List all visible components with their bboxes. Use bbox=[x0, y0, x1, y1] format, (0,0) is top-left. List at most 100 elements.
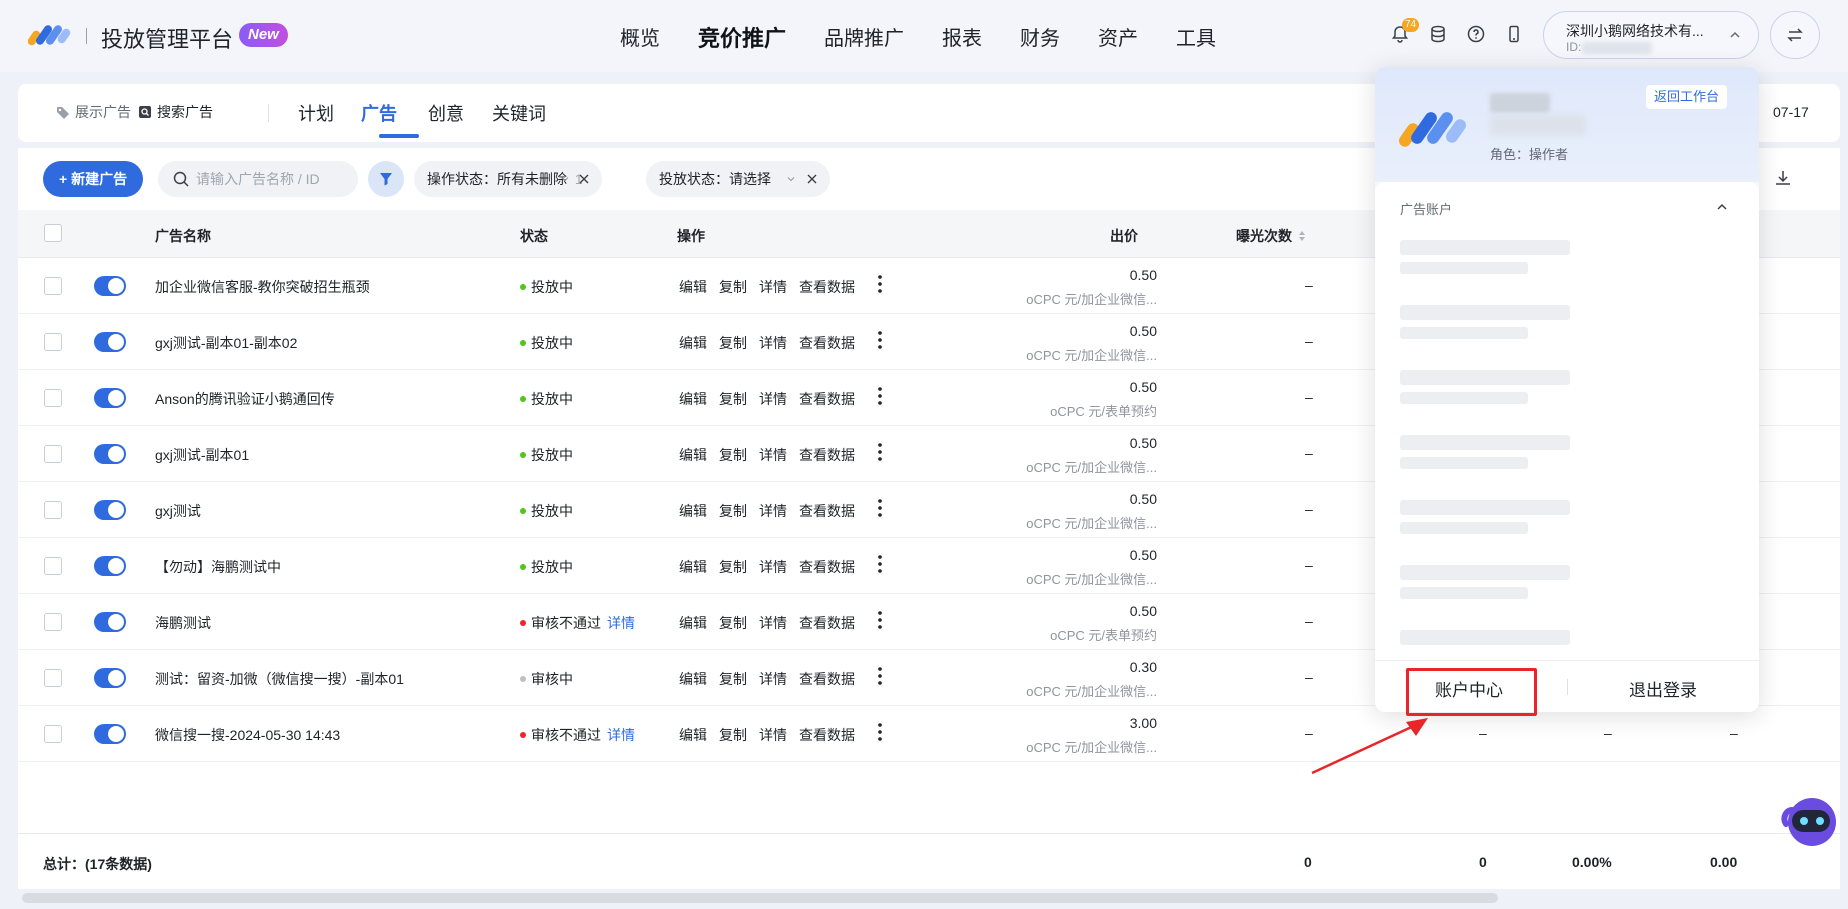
search-input[interactable] bbox=[196, 161, 346, 197]
filter-button[interactable] bbox=[368, 161, 404, 197]
detail-link[interactable]: 详情 bbox=[759, 613, 787, 633]
tab-creatives[interactable]: 创意 bbox=[428, 100, 464, 126]
detail-link[interactable]: 详情 bbox=[759, 725, 787, 745]
ad-name[interactable]: gxj测试-副本01 bbox=[155, 445, 249, 465]
row-checkbox[interactable] bbox=[44, 277, 62, 295]
row-checkbox[interactable] bbox=[44, 389, 62, 407]
row-enable-toggle[interactable] bbox=[94, 724, 126, 744]
nav-brand-promotion[interactable]: 品牌推广 bbox=[824, 22, 904, 53]
edit-link[interactable]: 编辑 bbox=[679, 277, 707, 297]
date-range-fragment[interactable]: 07-17 bbox=[1773, 104, 1809, 120]
edit-link[interactable]: 编辑 bbox=[679, 333, 707, 353]
ad-name[interactable]: 加企业微信客服-教你突破招生瓶颈 bbox=[155, 277, 370, 297]
ad-name[interactable]: 微信搜一搜-2024-05-30 14:43 bbox=[155, 725, 340, 745]
copy-link[interactable]: 复制 bbox=[719, 669, 747, 689]
row-enable-toggle[interactable] bbox=[94, 388, 126, 408]
detail-link[interactable]: 详情 bbox=[759, 389, 787, 409]
clear-delivery-status-icon[interactable] bbox=[806, 173, 818, 185]
search-ads-link[interactable]: 搜索广告 bbox=[138, 102, 213, 122]
row-checkbox[interactable] bbox=[44, 725, 62, 743]
copy-link[interactable]: 复制 bbox=[719, 501, 747, 521]
tab-plans[interactable]: 计划 bbox=[298, 100, 334, 126]
copy-link[interactable]: 复制 bbox=[719, 389, 747, 409]
ad-name[interactable]: 海鹏测试 bbox=[155, 613, 211, 633]
coins-icon[interactable] bbox=[1428, 24, 1448, 44]
row-enable-toggle[interactable] bbox=[94, 556, 126, 576]
edit-link[interactable]: 编辑 bbox=[679, 725, 707, 745]
edit-link[interactable]: 编辑 bbox=[679, 613, 707, 633]
more-actions-icon[interactable] bbox=[877, 610, 883, 630]
more-actions-icon[interactable] bbox=[877, 554, 883, 574]
column-header-impressions[interactable]: 曝光次数 bbox=[1236, 226, 1306, 246]
display-ads-link[interactable]: 展示广告 bbox=[56, 102, 131, 122]
logout-button[interactable]: 退出登录 bbox=[1629, 676, 1697, 701]
detail-link[interactable]: 详情 bbox=[759, 277, 787, 297]
chevron-up-icon[interactable] bbox=[1715, 200, 1729, 214]
row-enable-toggle[interactable] bbox=[94, 612, 126, 632]
copy-link[interactable]: 复制 bbox=[719, 613, 747, 633]
back-to-workbench-button[interactable]: 返回工作台 bbox=[1646, 85, 1728, 109]
more-actions-icon[interactable] bbox=[877, 498, 883, 518]
account-switcher[interactable]: 深圳小鹅网络技术有... ID: bbox=[1543, 11, 1759, 59]
row-checkbox[interactable] bbox=[44, 669, 62, 687]
ad-name[interactable]: gxj测试 bbox=[155, 501, 201, 521]
horizontal-scrollbar[interactable] bbox=[22, 893, 1498, 903]
view-data-link[interactable]: 查看数据 bbox=[799, 445, 855, 465]
edit-link[interactable]: 编辑 bbox=[679, 389, 707, 409]
view-data-link[interactable]: 查看数据 bbox=[799, 389, 855, 409]
nav-finance[interactable]: 财务 bbox=[1020, 22, 1060, 53]
nav-tools[interactable]: 工具 bbox=[1176, 22, 1216, 53]
row-enable-toggle[interactable] bbox=[94, 444, 126, 464]
detail-link[interactable]: 详情 bbox=[759, 445, 787, 465]
ad-name[interactable]: 【勿动】海鹏测试中 bbox=[155, 557, 281, 577]
nav-bidding-promotion[interactable]: 竞价推广 bbox=[698, 21, 786, 53]
platform-logo[interactable] bbox=[28, 20, 74, 48]
select-all-checkbox[interactable] bbox=[44, 224, 62, 242]
detail-link[interactable]: 详情 bbox=[759, 669, 787, 689]
ad-name[interactable]: gxj测试-副本01-副本02 bbox=[155, 333, 297, 353]
view-data-link[interactable]: 查看数据 bbox=[799, 725, 855, 745]
more-actions-icon[interactable] bbox=[877, 330, 883, 350]
row-enable-toggle[interactable] bbox=[94, 668, 126, 688]
status-detail-link[interactable]: 详情 bbox=[607, 613, 635, 633]
row-checkbox[interactable] bbox=[44, 557, 62, 575]
operation-status-chip[interactable]: 操作状态：所有未删除 1 bbox=[414, 161, 602, 197]
row-enable-toggle[interactable] bbox=[94, 500, 126, 520]
ad-name[interactable]: 测试：留资-加微（微信搜一搜）-副本01 bbox=[155, 669, 404, 689]
nav-reports[interactable]: 报表 bbox=[942, 22, 982, 53]
detail-link[interactable]: 详情 bbox=[759, 501, 787, 521]
download-icon[interactable] bbox=[1773, 168, 1793, 188]
view-data-link[interactable]: 查看数据 bbox=[799, 333, 855, 353]
copy-link[interactable]: 复制 bbox=[719, 725, 747, 745]
tab-ads[interactable]: 广告 bbox=[361, 100, 397, 126]
edit-link[interactable]: 编辑 bbox=[679, 501, 707, 521]
more-actions-icon[interactable] bbox=[877, 386, 883, 406]
edit-link[interactable]: 编辑 bbox=[679, 669, 707, 689]
row-checkbox[interactable] bbox=[44, 333, 62, 351]
edit-link[interactable]: 编辑 bbox=[679, 557, 707, 577]
row-enable-toggle[interactable] bbox=[94, 276, 126, 296]
clear-operation-status-icon[interactable] bbox=[578, 173, 590, 185]
copy-link[interactable]: 复制 bbox=[719, 277, 747, 297]
edit-link[interactable]: 编辑 bbox=[679, 445, 707, 465]
bell-icon[interactable]: 74 bbox=[1390, 18, 1420, 44]
detail-link[interactable]: 详情 bbox=[759, 557, 787, 577]
more-actions-icon[interactable] bbox=[877, 722, 883, 742]
view-data-link[interactable]: 查看数据 bbox=[799, 613, 855, 633]
delivery-status-chip[interactable]: 投放状态：请选择 bbox=[646, 161, 830, 197]
view-data-link[interactable]: 查看数据 bbox=[799, 557, 855, 577]
copy-link[interactable]: 复制 bbox=[719, 445, 747, 465]
view-data-link[interactable]: 查看数据 bbox=[799, 277, 855, 297]
switch-button[interactable] bbox=[1770, 11, 1820, 59]
row-checkbox[interactable] bbox=[44, 501, 62, 519]
phone-icon[interactable] bbox=[1504, 24, 1524, 44]
help-icon[interactable] bbox=[1466, 24, 1486, 44]
row-checkbox[interactable] bbox=[44, 613, 62, 631]
row-enable-toggle[interactable] bbox=[94, 332, 126, 352]
row-checkbox[interactable] bbox=[44, 445, 62, 463]
more-actions-icon[interactable] bbox=[877, 274, 883, 294]
view-data-link[interactable]: 查看数据 bbox=[799, 669, 855, 689]
copy-link[interactable]: 复制 bbox=[719, 557, 747, 577]
more-actions-icon[interactable] bbox=[877, 442, 883, 462]
status-detail-link[interactable]: 详情 bbox=[607, 725, 635, 745]
